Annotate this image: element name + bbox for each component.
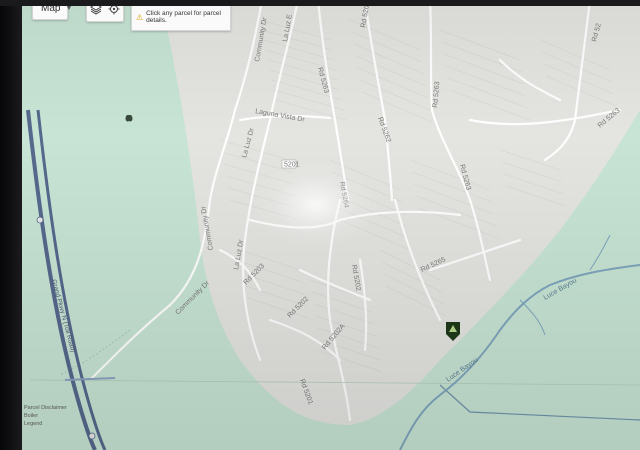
map-screen: 5201 Community Dr Community Dr Community… — [0, 0, 640, 450]
legend-line-boiler: Boiler — [24, 413, 39, 419]
legend-line-legend[interactable]: Legend — [24, 420, 67, 428]
map-canvas[interactable]: 5201 Community Dr Community Dr Community… — [0, 0, 640, 450]
route-badge-text: 5201 — [284, 162, 300, 169]
monitor-bezel-left — [0, 0, 22, 450]
marker-icon — [125, 115, 133, 122]
legend-line-disclaimer[interactable]: Parcel Disclaimer — [24, 404, 67, 412]
parcel-notice: ⚠ Click any parcel for parcel details. — [131, 3, 231, 31]
monitor-bezel-top — [0, 0, 640, 6]
map-legend: Parcel Disclaimer Boiler Legend — [24, 404, 67, 428]
warning-icon: ⚠ — [136, 12, 144, 22]
parcel-notice-text: Click any parcel for parcel details. — [146, 10, 221, 24]
